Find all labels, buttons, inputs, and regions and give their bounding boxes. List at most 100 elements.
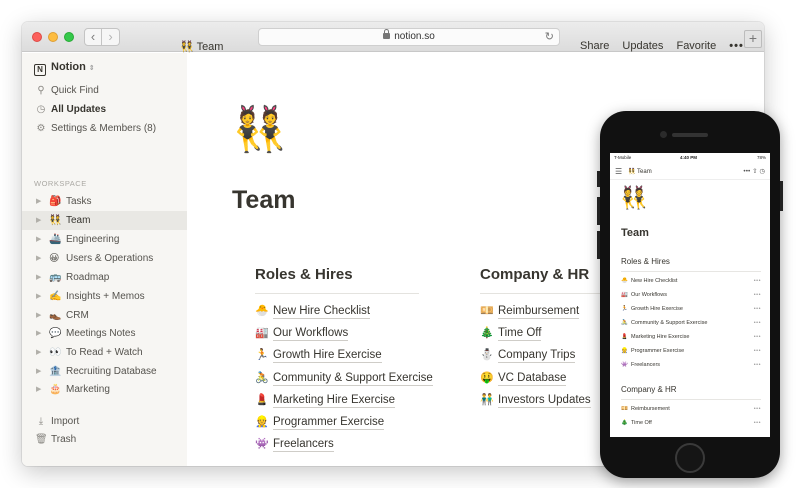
company-heading: Company & HR: [480, 266, 590, 283]
page-link-investors-updates[interactable]: 👬 Investors Updates: [480, 393, 591, 408]
mobile-link-emoji: 💄: [621, 334, 628, 340]
page-link-freelancers[interactable]: 👾 Freelancers: [255, 437, 334, 452]
hamburger-menu-icon[interactable]: ☰: [615, 167, 622, 176]
page-link-time-off[interactable]: 🎄 Time Off: [480, 326, 542, 341]
more-options-button[interactable]: •••: [729, 40, 744, 52]
phone-screen: T-Mobile 4:40 PM 78% ☰ 👯 Team ••• ⇧ ◷ 👯 …: [610, 153, 770, 437]
page-link-marketing-hire-exercise[interactable]: 💄 Marketing Hire Exercise: [255, 393, 396, 408]
mobile-link-label: Time Off: [631, 420, 652, 426]
mobile-breadcrumb[interactable]: 👯 Team: [628, 168, 652, 175]
updates-button[interactable]: Updates: [622, 40, 663, 52]
favorite-button[interactable]: Favorite: [676, 40, 716, 52]
mobile-page-link[interactable]: 💄 Marketing Hire Exercise •••: [621, 334, 761, 340]
sidebar-item-trash[interactable]: 🗑 Trash: [22, 431, 187, 449]
row-more-icon[interactable]: •••: [754, 334, 761, 340]
sidebar-page-to-read-watch[interactable]: ▶ 👀 To Read + Watch: [22, 343, 187, 362]
sidebar-page-crm[interactable]: ▶ 👞 CRM: [22, 306, 187, 325]
sidebar-item-label: Settings & Members (8): [51, 123, 157, 134]
triangle-right-icon[interactable]: ▶: [36, 324, 41, 343]
row-more-icon[interactable]: •••: [754, 292, 761, 298]
workspace-switcher[interactable]: N Notion ⇕: [34, 61, 95, 76]
triangle-right-icon[interactable]: ▶: [36, 362, 41, 381]
mobile-link-label: Programmer Exercise: [631, 348, 685, 354]
triangle-right-icon[interactable]: ▶: [36, 343, 41, 362]
mobile-page-link[interactable]: 🚴 Community & Support Exercise •••: [621, 320, 761, 326]
page-link-new-hire-checklist[interactable]: 🐣 New Hire Checklist: [255, 304, 371, 319]
triangle-right-icon[interactable]: ▶: [36, 230, 41, 249]
sidebar-item-import[interactable]: ⤓ Import: [22, 413, 187, 431]
sidebar-page-insights-memos[interactable]: ▶ ✍️ Insights + Memos: [22, 287, 187, 306]
page-icon[interactable]: 👯: [232, 102, 287, 158]
row-more-icon[interactable]: •••: [754, 406, 761, 412]
mobile-page-link[interactable]: 👷 Programmer Exercise •••: [621, 348, 761, 354]
mobile-more-button[interactable]: •••: [743, 168, 750, 175]
sidebar-item-all-updates[interactable]: ◷ All Updates: [22, 101, 187, 119]
mobile-page-link[interactable]: 🐣 New Hire Checklist •••: [621, 278, 761, 284]
sidebar-page-users-operations[interactable]: ▶ 😀 Users & Operations: [22, 249, 187, 268]
sidebar-item-label: Import: [51, 416, 80, 427]
mobile-company-divider: [621, 399, 761, 400]
mobile-link-label: Our Workflows: [631, 292, 667, 298]
close-window-button[interactable]: [32, 32, 42, 42]
triangle-right-icon[interactable]: ▶: [36, 211, 41, 230]
page-link-our-workflows[interactable]: 🏭 Our Workflows: [255, 326, 349, 341]
row-more-icon[interactable]: •••: [754, 362, 761, 368]
sidebar-item-settings[interactable]: ⚙ Settings & Members (8): [22, 120, 187, 138]
mobile-page-link[interactable]: 💴 Reimbursement •••: [621, 406, 761, 412]
page-link-vc-database[interactable]: 🤑 VC Database: [480, 371, 567, 386]
reload-icon[interactable]: ↻: [545, 29, 554, 45]
sidebar-page-marketing[interactable]: ▶ 🎂 Marketing: [22, 380, 187, 399]
row-more-icon[interactable]: •••: [754, 306, 761, 312]
mobile-page-link[interactable]: 🏭 Our Workflows •••: [621, 292, 761, 298]
share-button[interactable]: Share: [580, 40, 609, 52]
mobile-link-label: Freelancers: [631, 362, 661, 368]
mobile-link-emoji: 👷: [621, 348, 628, 354]
forward-button[interactable]: ›: [102, 28, 120, 46]
sidebar-page-roadmap[interactable]: ▶ 🚌 Roadmap: [22, 268, 187, 287]
triangle-right-icon[interactable]: ▶: [36, 380, 41, 399]
phone-home-button[interactable]: [675, 443, 705, 473]
triangle-right-icon[interactable]: ▶: [36, 287, 41, 306]
mobile-page-link[interactable]: 🎄 Time Off •••: [621, 420, 761, 426]
triangle-right-icon[interactable]: ▶: [36, 306, 41, 325]
page-link-emoji: 🐣: [255, 305, 269, 317]
sidebar-page-team[interactable]: ▶ 👯 Team: [22, 211, 187, 230]
row-more-icon[interactable]: •••: [754, 420, 761, 426]
page-link-growth-hire-exercise[interactable]: 🏃 Growth Hire Exercise: [255, 348, 382, 363]
sidebar-item-quick-find[interactable]: ⚲ Quick Find: [22, 82, 187, 100]
address-bar[interactable]: notion.so ↻: [258, 28, 560, 46]
mobile-page-link[interactable]: 🏃 Growth Hire Exercise •••: [621, 306, 761, 312]
mobile-link-label: New Hire Checklist: [631, 278, 678, 284]
page-link-programmer-exercise[interactable]: 👷 Programmer Exercise: [255, 415, 385, 430]
page-link-reimbursement[interactable]: 💴 Reimbursement: [480, 304, 580, 319]
sidebar-page-tasks[interactable]: ▶ 🎒 Tasks: [22, 192, 187, 211]
sidebar-page-recruiting-database[interactable]: ▶ 🏦 Recruiting Database: [22, 362, 187, 381]
row-more-icon[interactable]: •••: [754, 278, 761, 284]
triangle-right-icon[interactable]: ▶: [36, 192, 41, 211]
row-more-icon[interactable]: •••: [754, 320, 761, 326]
new-tab-button[interactable]: +: [744, 30, 762, 48]
mobile-breadcrumb-title: Team: [637, 169, 652, 175]
mobile-page-link[interactable]: 👾 Freelancers •••: [621, 362, 761, 368]
mobile-nav-actions: ••• ⇧ ◷: [743, 167, 765, 175]
sidebar-page-label: Recruiting Database: [66, 366, 157, 377]
page-title[interactable]: Team: [232, 186, 295, 215]
triangle-right-icon[interactable]: ▶: [36, 249, 41, 268]
page-link-emoji: 🤑: [480, 372, 494, 384]
phone-camera: [660, 131, 667, 138]
clock-icon[interactable]: ◷: [759, 168, 765, 175]
import-icon: ⤓: [38, 416, 44, 427]
share-icon[interactable]: ⇧: [752, 168, 757, 175]
minimize-window-button[interactable]: [48, 32, 58, 42]
zoom-window-button[interactable]: [64, 32, 74, 42]
breadcrumb[interactable]: 👯 Team: [180, 40, 223, 53]
back-button[interactable]: ‹: [84, 28, 102, 46]
triangle-right-icon[interactable]: ▶: [36, 268, 41, 287]
notion-logo-icon: N: [34, 64, 46, 76]
sidebar-page-engineering[interactable]: ▶ 🚢 Engineering: [22, 230, 187, 249]
status-time: 4:40 PM: [680, 155, 698, 160]
row-more-icon[interactable]: •••: [754, 348, 761, 354]
page-link-community-support-exercise[interactable]: 🚴 Community & Support Exercise: [255, 371, 433, 386]
sidebar-page-meetings-notes[interactable]: ▶ 💬 Meetings Notes: [22, 324, 187, 343]
page-link-company-trips[interactable]: ⛄ Company Trips: [480, 348, 576, 363]
